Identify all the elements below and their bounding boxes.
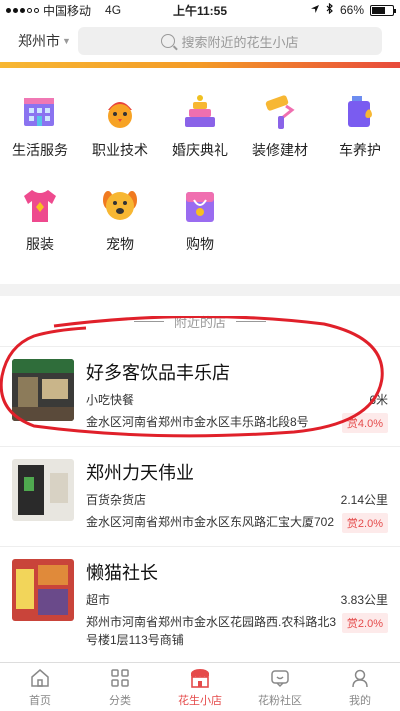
store-card[interactable]: 好多客饮品丰乐店 小吃快餐 6米 金水区河南省郑州市金水区丰乐路北段8号 赏4.… [0, 346, 400, 446]
tab-label: 花生小店 [178, 694, 222, 707]
status-bar: 中国移动 4G 上午11:55 66% [0, 0, 400, 20]
location-arrow-icon [310, 3, 320, 17]
store-type: 超市 [86, 593, 111, 607]
search-input[interactable]: 搜索附近的花生小店 [78, 27, 382, 55]
category-vocational-skills[interactable]: 职业技术 [80, 92, 160, 160]
carrier-label: 中国移动 [43, 3, 92, 18]
store-reward-badge: 赏4.0% [341, 413, 388, 433]
tab-community[interactable]: 花粉社区 [240, 663, 320, 711]
category-car-care[interactable]: 车养护 [320, 92, 400, 160]
tab-label: 首页 [29, 694, 51, 707]
home-icon [29, 667, 51, 689]
category-renovation[interactable]: 装修建材 [240, 92, 320, 160]
divider-line [236, 320, 266, 322]
store-address: 郑州市河南省郑州市金水区花园路西.农科路北3号楼1层113号商铺 [86, 615, 337, 647]
signal-strength-icon [6, 7, 39, 13]
store-type: 小吃快餐 [86, 393, 135, 407]
tab-bar: 首页 分类 花生小店 花粉社区 我的 [0, 662, 400, 711]
category-label: 车养护 [339, 142, 381, 158]
divider-line [133, 320, 164, 322]
store-address: 金水区河南省郑州市金水区丰乐路北段8号 [86, 415, 309, 429]
battery-percent: 66% [339, 3, 364, 17]
caret-down-icon: ▼ [62, 36, 71, 46]
category-label: 婚庆典礼 [172, 142, 228, 158]
search-placeholder: 搜索附近的花生小店 [181, 34, 299, 50]
store-distance: 3.83公里 [340, 593, 388, 607]
store-reward-badge: 赏2.0% [341, 513, 388, 533]
tab-peanut-store[interactable]: 花生小店 [160, 663, 240, 711]
category-weddings[interactable]: 婚庆典礼 [160, 92, 240, 160]
search-icon [161, 34, 176, 48]
category-clothing[interactable]: 服装 [0, 186, 80, 254]
header: 郑州市 ▼ 搜索附近的花生小店 [0, 20, 400, 62]
tab-label: 我的 [349, 694, 371, 707]
tab-label: 分类 [109, 694, 131, 707]
store-card[interactable]: 懒猫社长 超市 3.83公里 郑州市河南省郑州市金水区花园路西.农科路北3号楼1… [0, 546, 400, 647]
battery-icon [370, 4, 396, 16]
store-thumbnail [12, 459, 74, 521]
store-name: 好多客饮品丰乐店 [86, 363, 230, 383]
city-label: 郑州市 [18, 33, 60, 49]
category-label: 职业技术 [92, 142, 148, 158]
nearby-section-header: 附近的店 [0, 296, 400, 346]
store-distance: 6米 [369, 393, 388, 407]
store-reward-badge: 赏2.0% [341, 613, 388, 633]
category-life-services[interactable]: 生活服务 [0, 92, 80, 160]
store-thumbnail [12, 559, 74, 621]
bluetooth-icon [326, 2, 334, 17]
chat-icon [269, 667, 291, 689]
bird-icon [100, 92, 140, 132]
category-pets[interactable]: 宠物 [80, 186, 160, 254]
shopping-bag-icon [180, 186, 220, 226]
dog-icon [100, 186, 140, 226]
store-icon [189, 667, 211, 689]
nearby-stores: 附近的店 好多客饮品丰乐店 小吃快餐 6米 金水区河南省郑州市金水区丰乐路北段8… [0, 296, 400, 662]
paint-roller-icon [260, 92, 300, 132]
category-label: 装修建材 [252, 142, 308, 158]
category-grid: 生活服务 职业技术 婚庆典礼 装修建材 车养护 服装 宠物 购物 [0, 68, 400, 284]
nearby-title: 附近的店 [173, 314, 226, 330]
tab-label: 花粉社区 [258, 694, 302, 707]
city-selector[interactable]: 郑州市 ▼ [18, 31, 78, 51]
store-name: 懒猫社长 [86, 563, 158, 583]
category-label: 服装 [26, 236, 54, 252]
store-name: 郑州力天伟业 [86, 463, 194, 483]
user-icon [349, 667, 371, 689]
grid-icon [109, 667, 131, 689]
network-label: 4G [105, 3, 122, 17]
store-card[interactable]: 郑州力天伟业 百货杂货店 2.14公里 金水区河南省郑州市金水区东风路汇宝大厦7… [0, 446, 400, 546]
store-distance: 2.14公里 [340, 493, 388, 507]
tab-home[interactable]: 首页 [0, 663, 80, 711]
store-type: 百货杂货店 [86, 493, 147, 507]
category-label: 宠物 [106, 236, 134, 252]
tab-categories[interactable]: 分类 [80, 663, 160, 711]
tshirt-icon [20, 186, 60, 226]
store-thumbnail [12, 359, 74, 421]
category-label: 生活服务 [12, 142, 68, 158]
building-icon [20, 92, 60, 132]
clock: 上午11:55 [172, 3, 228, 18]
tab-profile[interactable]: 我的 [320, 663, 400, 711]
category-label: 购物 [186, 236, 214, 252]
cake-icon [180, 92, 220, 132]
store-address: 金水区河南省郑州市金水区东风路汇宝大厦702 [86, 515, 335, 529]
category-shopping[interactable]: 购物 [160, 186, 240, 254]
oil-can-icon [340, 92, 380, 132]
